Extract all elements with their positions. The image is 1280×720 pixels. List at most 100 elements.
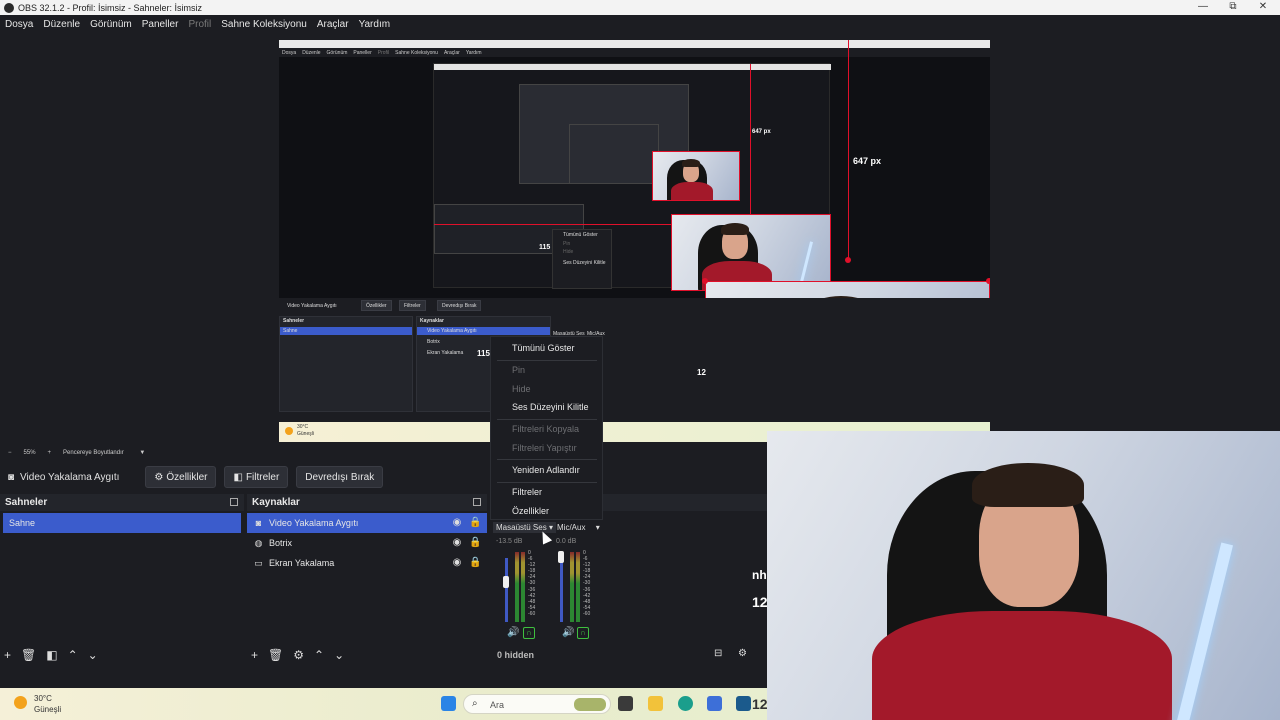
- menu-profil[interactable]: Profil: [188, 19, 211, 30]
- menu-dosya[interactable]: Dosya: [5, 19, 33, 30]
- volume-fader-knob[interactable]: [558, 551, 564, 563]
- sources-footer: + 🗑 ⚙ ⌃ ⌄: [247, 644, 487, 666]
- search-box[interactable]: ⌕ Ara: [463, 694, 611, 714]
- chevron-up-icon[interactable]: ⌃: [314, 648, 324, 662]
- sun-icon[interactable]: [14, 696, 27, 709]
- ctx-lock-volume[interactable]: Ses Düzeyini Kilitle: [512, 402, 589, 412]
- transform-handle[interactable]: [702, 278, 708, 284]
- ctx-filters[interactable]: Filtreler: [512, 487, 542, 497]
- nested-weather-icon: [285, 427, 293, 435]
- nested-source-item: Ekran Yakalama: [427, 350, 464, 356]
- partial-overlay-number: 12: [752, 594, 768, 610]
- source-item[interactable]: ▭ Ekran Yakalama ◉ 🔒: [247, 553, 487, 573]
- scenes-header: Sahneler: [0, 494, 244, 511]
- gear-icon[interactable]: ⚙: [738, 648, 747, 659]
- mixer-channel-name[interactable]: Mic/Aux ▾: [554, 522, 603, 533]
- headphone-icon[interactable]: ∩: [523, 627, 535, 639]
- eye-icon[interactable]: ◉: [451, 517, 463, 529]
- ctx-pin[interactable]: Pin: [512, 365, 525, 375]
- title-bar: OBS 32.1.2 - Profil: İsimsiz - Sahneler:…: [0, 0, 1280, 15]
- sources-header: Kaynaklar: [247, 494, 487, 511]
- nested-side-number: 12: [697, 368, 706, 377]
- chevron-up-icon[interactable]: ⌃: [68, 648, 78, 662]
- add-icon[interactable]: +: [4, 648, 11, 662]
- trash-icon[interactable]: 🗑: [21, 648, 36, 662]
- windows-start-icon[interactable]: [441, 696, 456, 711]
- ctx-paste-filters[interactable]: Filtreleri Yapıştır: [512, 443, 577, 453]
- chevron-down-icon[interactable]: ⌄: [334, 648, 344, 662]
- undock-icon[interactable]: [230, 498, 238, 506]
- ctx-rename[interactable]: Yeniden Adlandır: [512, 465, 580, 475]
- zoom-out-button[interactable]: −: [8, 450, 12, 456]
- lock-icon[interactable]: 🔒: [469, 517, 481, 529]
- properties-button[interactable]: ⚙ Özellikler: [145, 466, 217, 488]
- properties-label: Özellikler: [166, 471, 208, 483]
- headphone-icon[interactable]: ∩: [577, 627, 589, 639]
- edge-icon[interactable]: [678, 696, 693, 711]
- maximize-button[interactable]: ⧉: [1218, 0, 1248, 15]
- menu-duzenle[interactable]: Düzenle: [43, 19, 80, 30]
- ctx-copy-filters[interactable]: Filtreleri Kopyala: [512, 424, 579, 434]
- nested-overlay-number: 115: [539, 244, 551, 251]
- ctx-hide[interactable]: Hide: [512, 384, 531, 394]
- window-title: OBS 32.1.2 - Profil: İsimsiz - Sahneler:…: [18, 2, 203, 13]
- level-meter: [576, 552, 580, 622]
- disable-button[interactable]: Devredışı Bırak: [296, 466, 384, 488]
- caret-down-icon: ▾: [595, 523, 600, 532]
- transform-handle[interactable]: [986, 278, 990, 284]
- level-meter: [521, 552, 525, 622]
- ctx-properties[interactable]: Özellikler: [512, 506, 549, 516]
- nested-webcam: [652, 151, 740, 201]
- trash-icon[interactable]: 🗑: [268, 648, 283, 662]
- minimize-button[interactable]: —: [1188, 0, 1218, 15]
- undock-icon[interactable]: [473, 498, 481, 506]
- gear-icon[interactable]: ⚙: [293, 648, 304, 662]
- chevron-down-icon[interactable]: ⌄: [88, 648, 98, 662]
- partial-overlay-text: nh: [752, 568, 767, 582]
- nested-ctx-item: Tümünü Göster: [563, 232, 598, 238]
- scale-mode-select[interactable]: Pencereye Boyutlandır ▼: [63, 450, 145, 456]
- camera-icon: ◙: [255, 518, 262, 528]
- menu-separator: [497, 482, 597, 483]
- preview-canvas[interactable]: Dosya Düzenle Görünüm Paneller Profil Sa…: [279, 40, 990, 442]
- menu-yardim[interactable]: Yardım: [359, 19, 391, 30]
- filter-icon[interactable]: ◧: [46, 648, 57, 662]
- layout-icon[interactable]: ⊟: [714, 648, 722, 659]
- channel-db: -13.5 dB: [496, 538, 523, 545]
- close-button[interactable]: ✕: [1248, 0, 1278, 15]
- source-item[interactable]: ◙ Video Yakalama Aygıtı ◉ 🔒: [247, 513, 487, 533]
- file-explorer-icon[interactable]: [648, 696, 663, 711]
- outlook-icon[interactable]: [707, 696, 722, 711]
- hidden-count: 0 hidden: [497, 650, 535, 660]
- ctx-show-all[interactable]: Tümünü Göster: [512, 343, 575, 353]
- weather-desc: Güneşli: [34, 705, 62, 714]
- eye-icon[interactable]: ◉: [451, 537, 463, 549]
- speaker-icon[interactable]: 🔊: [562, 627, 574, 638]
- menu-gorunum[interactable]: Görünüm: [90, 19, 132, 30]
- nested-menu-bar: Dosya Düzenle Görünüm Paneller Profil Sa…: [279, 48, 990, 57]
- task-view-icon[interactable]: [618, 696, 633, 711]
- filters-button[interactable]: ◧ Filtreler: [224, 466, 289, 488]
- speaker-icon[interactable]: 🔊: [507, 627, 519, 638]
- volume-fader-track[interactable]: [505, 558, 508, 622]
- volume-fader-track[interactable]: [560, 558, 563, 622]
- scene-item[interactable]: Sahne: [3, 513, 241, 533]
- menu-paneller[interactable]: Paneller: [142, 19, 179, 30]
- lock-icon[interactable]: 🔒: [469, 557, 481, 569]
- zoom-in-button[interactable]: +: [48, 450, 52, 456]
- zoom-value: 55%: [23, 450, 36, 456]
- transform-handle[interactable]: [845, 257, 851, 263]
- menu-sahne-koleksiyonu[interactable]: Sahne Koleksiyonu: [221, 19, 307, 30]
- source-item[interactable]: ◍ Botrix ◉ 🔒: [247, 533, 487, 553]
- monitor-icon: ▭: [254, 557, 263, 568]
- source-label: Video Yakalama Aygıtı: [269, 518, 359, 528]
- store-icon[interactable]: [736, 696, 751, 711]
- eye-icon[interactable]: ◉: [451, 557, 463, 569]
- volume-fader-knob[interactable]: [503, 576, 509, 588]
- menu-araclar[interactable]: Araçlar: [317, 19, 349, 30]
- add-icon[interactable]: +: [251, 648, 258, 662]
- lock-icon[interactable]: 🔒: [469, 537, 481, 549]
- channel-label: Mic/Aux: [557, 523, 586, 532]
- menu-bar: Dosya Düzenle Görünüm Paneller Profil Sa…: [0, 15, 1280, 33]
- menu-separator: [497, 459, 597, 460]
